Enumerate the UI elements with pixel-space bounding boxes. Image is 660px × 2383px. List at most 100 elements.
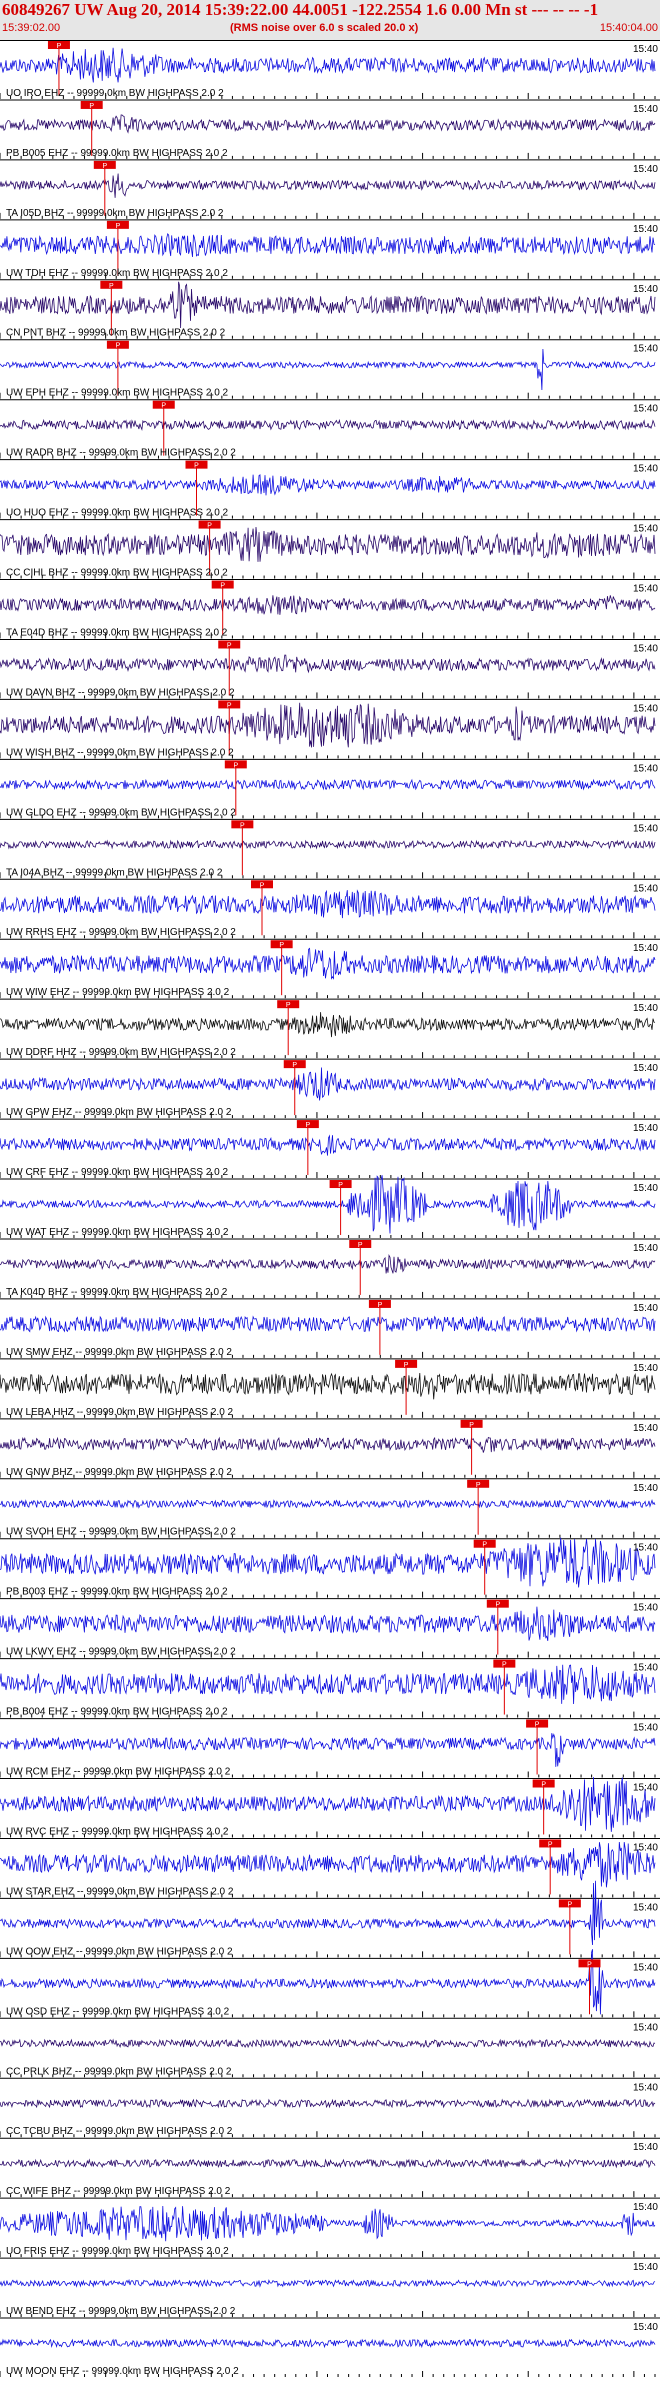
pick-label: P [469, 1422, 474, 1429]
trace-label: UW GNW BHZ -- 99999.0km BW HIGHPASS 2.0 … [6, 1467, 232, 1478]
seismogram-plot: P 15:40 UO IRO EHZ -- 99999.0km BW HIGHPAS… [0, 39, 660, 2378]
trace-label: UW SVOH EHZ -- 99999.0km BW HIGHPASS 2.0… [6, 1527, 236, 1538]
pick-label: P [548, 1841, 553, 1848]
waveform-trace [0, 702, 656, 748]
pick-label: P [476, 1482, 481, 1489]
tick-label-right: 15:40 [633, 2202, 658, 2213]
trace-label: TA I05D BHZ -- 99999.0km BW HIGHPASS 2.0… [6, 208, 224, 219]
trace-label: CC PRLK BHZ -- 99999.0km BW HIGHPASS 2.0… [6, 2066, 232, 2077]
trace-label: UW WISH BHZ -- 99999.0km BW HIGHPASS 2.0… [6, 747, 234, 758]
tick-label-right: 15:40 [633, 763, 658, 774]
pick-label: P [482, 1542, 487, 1549]
waveform-trace [0, 47, 656, 83]
trace-label: UO IRO EHZ -- 99999.0km BW HIGHPASS 2.0 … [6, 88, 224, 99]
trace-label: UW DAVN BHZ -- 99999.0km BW HIGHPASS 2.0… [6, 687, 235, 698]
tick-label-right: 15:40 [633, 44, 658, 55]
trace-label: UW LKWY EHZ -- 99999.0km BW HIGHPASS 2.0… [6, 1647, 236, 1658]
trace-label: UW RCM EHZ -- 99999.0km BW HIGHPASS 2.0 … [6, 1767, 231, 1778]
waveform-trace [0, 947, 656, 980]
waveform-trace [0, 474, 656, 496]
waveform-trace [0, 1134, 656, 1156]
tick-label-right: 15:40 [633, 224, 658, 235]
trace-label: PB B005 EHZ -- 99999.0km BW HIGHPASS 2.0… [6, 148, 228, 159]
waveform-trace [0, 1175, 656, 1234]
waveform-trace [0, 1436, 656, 1453]
trace-label: UW CRF EHZ -- 99999.0km BW HIGHPASS 2.0 … [6, 1167, 229, 1178]
waveform-trace [0, 232, 656, 258]
waveform-trace [0, 1315, 656, 1333]
waveform-trace [0, 2278, 656, 2288]
pick-label: P [306, 1122, 311, 1129]
waveform-trace [0, 1606, 656, 1641]
tick-label-right: 15:40 [633, 1063, 658, 1074]
pick-label: P [358, 1242, 363, 1249]
tick-label-right: 15:40 [633, 524, 658, 535]
tick-label-right: 15:40 [633, 344, 658, 355]
start-time: 15:39:02.00 [2, 22, 61, 34]
trace-label: UW BEND EHZ -- 99999.0km BW HIGHPASS 2.0… [6, 2306, 236, 2317]
tick-label-right: 15:40 [633, 104, 658, 115]
waveform-trace [0, 173, 656, 198]
pick-label: P [227, 702, 232, 709]
trace-label: UW WAT EHZ -- 99999.0km BW HIGHPASS 2.0 … [6, 1227, 229, 1238]
waveform-trace [0, 348, 656, 391]
trace-label: UW RVC EHZ -- 99999.0km BW HIGHPASS 2.0 … [6, 1826, 229, 1837]
waveform-trace [0, 1664, 656, 1705]
pick-label: P [541, 1782, 546, 1789]
waveform-trace [0, 1498, 656, 1509]
tick-label-right: 15:40 [633, 1483, 658, 1494]
waveform-trace [0, 1777, 656, 1832]
trace-label: CC CIHL BHZ -- 99999.0km BW HIGHPASS 2.0… [6, 568, 228, 579]
waveform-trace [0, 1372, 656, 1400]
pick-label: P [116, 343, 121, 350]
tick-label-right: 15:40 [633, 2022, 658, 2033]
trace-label: UW OOW EHZ -- 99999.0km BW HIGHPASS 2.0 … [6, 1946, 233, 1957]
trace-label: UW LEBA HHZ -- 99999.0km BW HIGHPASS 2.0… [6, 1407, 234, 1418]
tick-label-right: 15:40 [633, 1962, 658, 1973]
pick-label: P [292, 1062, 297, 1069]
tick-label-right: 15:40 [633, 883, 658, 894]
tick-label-right: 15:40 [633, 1003, 658, 1014]
waveform-trace [0, 1067, 656, 1101]
pick-label: P [535, 1722, 540, 1729]
tick-label-right: 15:40 [633, 1303, 658, 1314]
waveform-trace [0, 778, 656, 791]
waveform-trace [0, 889, 656, 919]
pick-label: P [109, 283, 114, 290]
trace-label: UO FRIS EHZ -- 99999.0km BW HIGHPASS 2.0… [6, 2246, 229, 2257]
pick-label: P [260, 882, 265, 889]
tick-label-right: 15:40 [633, 2082, 658, 2093]
trace-label: UW RADR BHZ -- 99999.0km BW HIGHPASS 2.0… [6, 448, 236, 459]
waveform-trace [0, 1012, 656, 1038]
tick-label-right: 15:40 [633, 164, 658, 175]
tick-label-right: 15:40 [633, 943, 658, 954]
pick-label: P [338, 1182, 343, 1189]
trace-label: UW MOON EHZ -- 99999.0km BW HIGHPASS 2.0… [6, 2366, 239, 2377]
scaling-note: (RMS noise over 6.0 s scaled 20.0 x) [230, 22, 419, 34]
trace-label: UW GLDO EHZ -- 99999.0km BW HIGHPASS 2.0… [6, 807, 236, 818]
trace-label: UW EPH EHZ -- 99999.0km BW HIGHPASS 2.0 … [6, 388, 229, 399]
pick-label: P [89, 103, 94, 110]
tick-label-right: 15:40 [633, 284, 658, 295]
pick-label: P [227, 642, 232, 649]
pick-label: P [502, 1662, 507, 1669]
tick-label-right: 15:40 [633, 823, 658, 834]
trace-label: PB B004 EHZ -- 99999.0km BW HIGHPASS 2.0… [6, 1707, 228, 1718]
pick-label: P [286, 1002, 291, 1009]
tick-label-right: 15:40 [633, 2262, 658, 2273]
waveform-trace [0, 839, 656, 850]
tick-label-right: 15:40 [633, 1842, 658, 1853]
tick-label-right: 15:40 [633, 584, 658, 595]
trace-label: UW GPW EHZ -- 99999.0km BW HIGHPASS 2.0 … [6, 1107, 232, 1118]
trace-label: TA K04D BHZ -- 99999.0km BW HIGHPASS 2.0… [6, 1287, 228, 1298]
tick-label-right: 15:40 [633, 1363, 658, 1374]
end-time: 15:40:04.00 [599, 22, 658, 34]
pick-label: P [220, 583, 225, 590]
tick-label-right: 15:40 [633, 2142, 658, 2153]
tick-label-right: 15:40 [633, 464, 658, 475]
pick-label: P [102, 163, 107, 170]
pick-label: P [404, 1362, 409, 1369]
event-title: 60849267 UW Aug 20, 2014 15:39:22.00 44.… [2, 0, 599, 19]
pick-label: P [194, 463, 199, 470]
waveform-trace [0, 281, 656, 329]
